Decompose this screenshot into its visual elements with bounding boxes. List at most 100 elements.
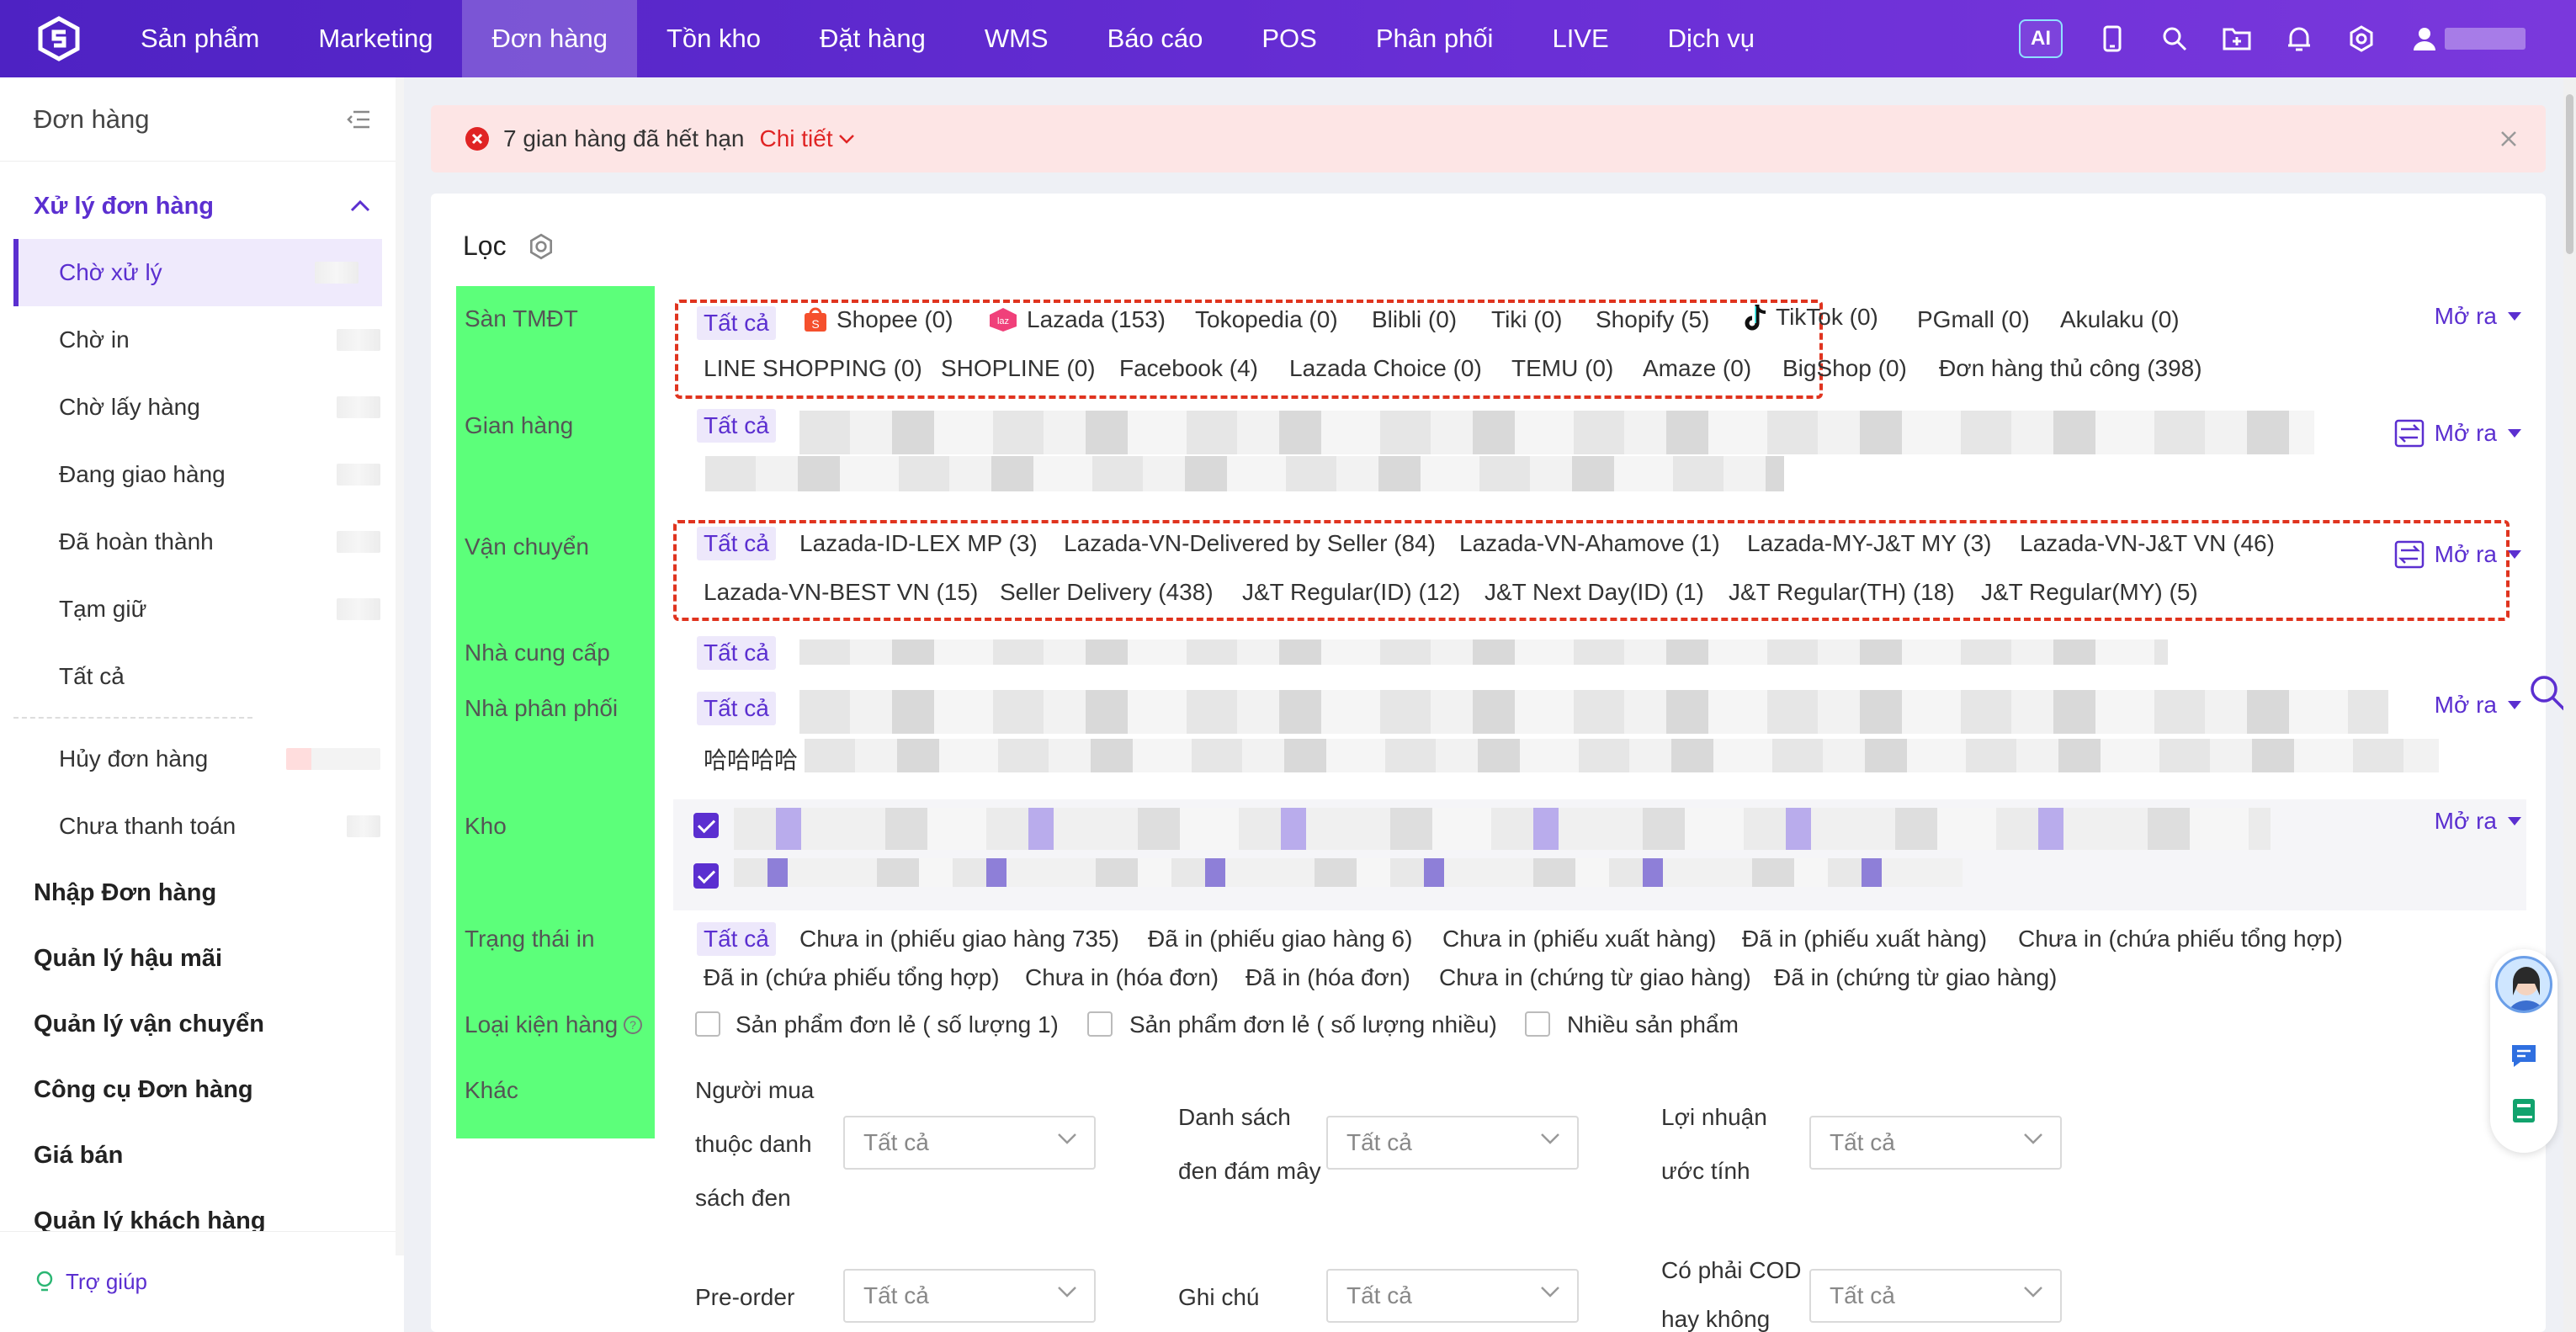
marketplace-manual-orders[interactable]: Đơn hàng thủ công (398): [1939, 355, 2202, 382]
sidebar-group-after-sales[interactable]: Quản lý hậu mãi: [0, 926, 404, 991]
nav-marketing[interactable]: Marketing: [289, 0, 462, 77]
main-scrollbar[interactable]: [2563, 77, 2576, 1332]
cloud-blacklist-select[interactable]: Tất cả: [1326, 1116, 1579, 1170]
book-icon[interactable]: [2510, 1097, 2537, 1130]
help-icon[interactable]: ?: [623, 1015, 643, 1035]
distributor-all[interactable]: Tất cả: [697, 692, 776, 725]
sidebar-scrollbar[interactable]: [396, 77, 404, 1255]
marketplace-bigshop[interactable]: BigShop (0): [1782, 355, 1907, 382]
print-status-option[interactable]: Chưa in (phiếu xuất hàng): [1442, 926, 1716, 953]
shipping-option[interactable]: Lazada-ID-LEX MP (3): [799, 530, 1038, 557]
marketplace-pgmall[interactable]: PGmall (0): [1917, 306, 2030, 333]
floating-search-icon[interactable]: [2528, 673, 2567, 718]
sidebar-group-order-tools[interactable]: Công cụ Đơn hàng: [0, 1057, 404, 1122]
nav-pos[interactable]: POS: [1232, 0, 1346, 77]
print-status-option[interactable]: Chưa in (phiếu giao hàng 735): [799, 926, 1119, 953]
sidebar-item-unpaid[interactable]: Chưa thanh toán: [0, 793, 404, 860]
package-single-multi-checkbox[interactable]: [1087, 1011, 1113, 1037]
package-multi-products-checkbox[interactable]: [1525, 1011, 1550, 1037]
nav-products[interactable]: Sản phẩm: [111, 0, 289, 77]
shipping-option[interactable]: Lazada-VN-Ahamove (1): [1459, 530, 1720, 557]
sidebar-item-to-pickup[interactable]: Chờ lấy hàng: [0, 374, 404, 441]
warehouse-checkbox[interactable]: [693, 863, 719, 889]
shipping-all[interactable]: Tất cả: [697, 527, 776, 560]
preorder-select[interactable]: Tất cả: [843, 1269, 1096, 1323]
user-menu[interactable]: [2411, 25, 2526, 52]
package-multi-products-label[interactable]: Nhiều sản phẩm: [1567, 1011, 1739, 1038]
search-icon[interactable]: [2158, 22, 2191, 56]
blacklist-select[interactable]: Tất cả: [843, 1116, 1096, 1170]
gear-icon[interactable]: [527, 232, 555, 261]
ai-button[interactable]: AI: [2019, 19, 2063, 58]
marketplace-facebook[interactable]: Facebook (4): [1119, 355, 1258, 382]
support-avatar[interactable]: [2495, 956, 2552, 1013]
marketplace-tiki[interactable]: Tiki (0): [1491, 306, 1563, 333]
shipping-option[interactable]: Lazada-VN-J&T VN (46): [2020, 530, 2275, 557]
package-single-qty1-label[interactable]: Sản phẩm đơn lẻ ( số lượng 1): [736, 1011, 1059, 1038]
print-status-option[interactable]: Đã in (phiếu xuất hàng): [1742, 926, 1987, 953]
print-status-option[interactable]: Đã in (hóa đơn): [1246, 964, 1410, 991]
expand-distributor[interactable]: Mở ra: [2435, 692, 2522, 719]
sidebar-item-cancelled[interactable]: Hủy đơn hàng: [0, 725, 404, 793]
marketplace-line-shopping[interactable]: LINE SHOPPING (0): [704, 355, 922, 382]
app-logo[interactable]: [35, 15, 82, 62]
print-status-option[interactable]: Đã in (phiếu giao hàng 6): [1148, 926, 1412, 953]
print-status-option[interactable]: Chưa in (chứng từ giao hàng): [1439, 964, 1751, 991]
sidebar-item-to-print[interactable]: Chờ in: [0, 306, 404, 374]
nav-services[interactable]: Dịch vụ: [1639, 0, 1784, 77]
shipping-option[interactable]: Lazada-MY-J&T MY (3): [1747, 530, 1992, 557]
nav-live[interactable]: LIVE: [1522, 0, 1638, 77]
shipping-option[interactable]: Seller Delivery (438): [1000, 579, 1214, 606]
mobile-icon[interactable]: [2095, 22, 2129, 56]
shipping-option[interactable]: J&T Regular(TH) (18): [1729, 579, 1955, 606]
help-link[interactable]: Trợ giúp: [0, 1231, 404, 1332]
sidebar-group-import[interactable]: Nhập Đơn hàng: [0, 860, 404, 926]
sidebar-group-process-orders[interactable]: Xử lý đơn hàng: [0, 173, 404, 239]
nav-purchase[interactable]: Đặt hàng: [790, 0, 955, 77]
shipping-option[interactable]: Lazada-VN-BEST VN (15): [704, 579, 978, 606]
expand-shipping[interactable]: Mở ra: [2394, 540, 2522, 569]
expand-marketplace[interactable]: Mở ra: [2435, 303, 2522, 330]
nav-wms[interactable]: WMS: [955, 0, 1078, 77]
package-single-multi-label[interactable]: Sản phẩm đơn lẻ ( số lượng nhiều): [1129, 1011, 1497, 1038]
nav-inventory[interactable]: Tồn kho: [637, 0, 790, 77]
profit-select[interactable]: Tất cả: [1809, 1116, 2062, 1170]
marketplace-lazada[interactable]: laz Lazada (153): [986, 306, 1166, 333]
chat-icon[interactable]: [2510, 1043, 2537, 1075]
marketplace-tokopedia[interactable]: Tokopedia (0): [1195, 306, 1338, 333]
marketplace-temu[interactable]: TEMU (0): [1511, 355, 1613, 382]
sidebar-group-pricing[interactable]: Giá bán: [0, 1122, 404, 1188]
sidebar-item-shipping[interactable]: Đang giao hàng: [0, 441, 404, 508]
marketplace-akulaku[interactable]: Akulaku (0): [2060, 306, 2180, 333]
nav-distribution[interactable]: Phân phối: [1346, 0, 1523, 77]
supplier-all[interactable]: Tất cả: [697, 636, 776, 670]
sidebar-item-all[interactable]: Tất cả: [0, 643, 404, 710]
store-all[interactable]: Tất cả: [697, 409, 776, 443]
sidebar-group-shipping-mgmt[interactable]: Quản lý vận chuyển: [0, 991, 404, 1057]
expand-warehouse[interactable]: Mở ra: [2435, 808, 2522, 835]
distributor-option[interactable]: 哈哈哈哈: [704, 742, 798, 776]
shipping-option[interactable]: J&T Regular(ID) (12): [1242, 579, 1460, 606]
marketplace-tiktok[interactable]: TikTok (0): [1744, 303, 1878, 332]
marketplace-lazada-choice[interactable]: Lazada Choice (0): [1289, 355, 1482, 382]
print-status-option[interactable]: Chưa in (hóa đơn): [1025, 964, 1219, 991]
gear-icon[interactable]: [2345, 22, 2378, 56]
nav-orders[interactable]: Đơn hàng: [462, 0, 637, 77]
sidebar-item-completed[interactable]: Đã hoàn thành: [0, 508, 404, 576]
print-status-all[interactable]: Tất cả: [697, 922, 776, 956]
nav-reports[interactable]: Báo cáo: [1078, 0, 1233, 77]
sidebar-item-on-hold[interactable]: Tạm giữ: [0, 576, 404, 643]
print-status-option[interactable]: Chưa in (chứa phiếu tổng hợp): [2018, 926, 2343, 953]
marketplace-shopee[interactable]: S Shopee (0): [803, 306, 953, 333]
marketplace-shopline[interactable]: SHOPLINE (0): [941, 355, 1096, 382]
package-single-qty1-checkbox[interactable]: [695, 1011, 720, 1037]
marketplace-blibli[interactable]: Blibli (0): [1372, 306, 1457, 333]
alert-details-link[interactable]: Chi tiết: [759, 125, 854, 152]
bell-icon[interactable]: [2282, 22, 2316, 56]
warehouse-checkbox[interactable]: [693, 813, 719, 838]
shipping-option[interactable]: J&T Regular(MY) (5): [1981, 579, 2198, 606]
shipping-option[interactable]: J&T Next Day(ID) (1): [1485, 579, 1704, 606]
expand-store[interactable]: Mở ra: [2394, 419, 2522, 448]
collapse-menu-icon[interactable]: [347, 109, 370, 130]
close-icon[interactable]: [2494, 124, 2524, 154]
